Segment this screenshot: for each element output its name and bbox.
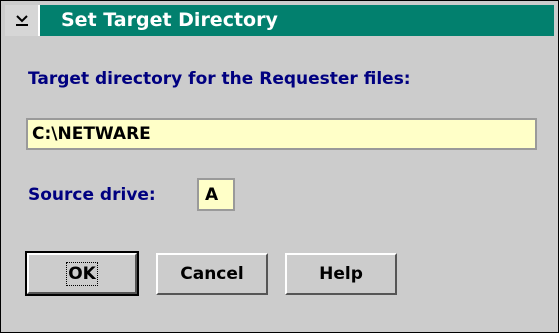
target-directory-input[interactable]: C:\NETWARE [26,118,537,150]
dialog-window: Set Target Directory Target directory fo… [0,0,559,333]
help-button[interactable]: Help [285,253,397,295]
source-drive-label: Source drive: [28,185,156,205]
target-directory-label: Target directory for the Requester files… [28,69,411,89]
help-button-label: Help [319,264,363,284]
source-drive-input[interactable]: A [197,178,235,211]
system-menu-button[interactable] [5,5,40,36]
ok-button-label: OK [66,261,98,286]
cancel-button-label: Cancel [180,264,244,284]
ok-button[interactable]: OK [27,253,137,294]
title-bar[interactable]: Set Target Directory [5,5,554,36]
system-menu-icon [15,14,28,26]
window-title: Set Target Directory [61,9,278,31]
cancel-button[interactable]: Cancel [156,253,268,295]
